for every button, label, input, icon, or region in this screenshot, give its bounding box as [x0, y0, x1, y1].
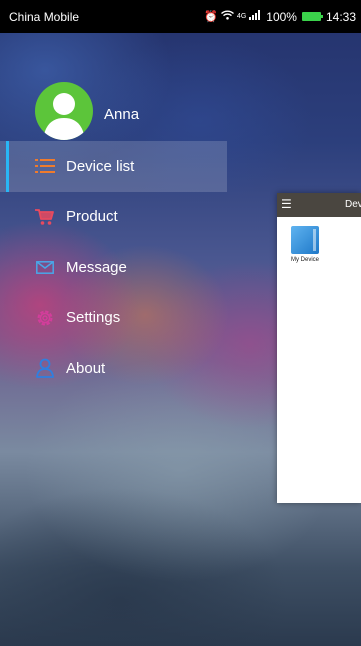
- menu-item-product[interactable]: Product: [0, 192, 227, 243]
- menu-item-about[interactable]: About: [0, 343, 227, 394]
- clock: 14:33: [325, 9, 356, 24]
- menu-label: Product: [66, 208, 118, 226]
- avatar[interactable]: [35, 82, 93, 140]
- gear-icon: [34, 307, 56, 329]
- preview-toolbar: ☰ Dev: [277, 193, 361, 217]
- user-profile[interactable]: Anna: [35, 82, 139, 140]
- menu-label: About: [66, 359, 106, 377]
- main-content-preview[interactable]: ☰ Dev My Device: [277, 193, 361, 503]
- menu-item-device-list[interactable]: Device list: [0, 141, 227, 192]
- menu-item-settings[interactable]: Settings: [0, 293, 227, 344]
- device-name: My Device: [291, 257, 320, 263]
- preview-title: Dev: [345, 199, 361, 210]
- mail-icon: [34, 256, 56, 278]
- status-right: ⏰ 4G 100% 14:33: [204, 10, 356, 24]
- device-icon[interactable]: [291, 226, 319, 254]
- user-silhouette-icon: [43, 93, 85, 140]
- cart-icon: [34, 206, 56, 228]
- alarm-icon: ⏰: [204, 11, 218, 23]
- battery-percent: 100%: [266, 9, 297, 24]
- wifi-icon: [220, 10, 234, 23]
- list-icon: [34, 155, 56, 177]
- menu-label: Message: [66, 258, 127, 276]
- carrier-name: China Mobile: [9, 9, 80, 24]
- user-name: Anna: [104, 105, 140, 123]
- status-bar: China Mobile ⏰ 4G 100% 14:33: [0, 0, 361, 33]
- menu-item-message[interactable]: Message: [0, 242, 227, 293]
- network-type: 4G: [236, 13, 247, 20]
- person-icon: [34, 357, 56, 379]
- hamburger-icon[interactable]: ☰: [281, 197, 292, 211]
- side-menu: Device list Product Message Settings Abo: [0, 141, 227, 394]
- menu-label: Settings: [66, 309, 121, 327]
- menu-label: Device list: [66, 157, 135, 175]
- signal-icon: [249, 10, 261, 23]
- status-icons: ⏰ 4G: [204, 10, 261, 23]
- app-screen: China Mobile ⏰ 4G 100% 14:33 Anna Device…: [0, 0, 361, 646]
- battery-icon: [301, 12, 323, 21]
